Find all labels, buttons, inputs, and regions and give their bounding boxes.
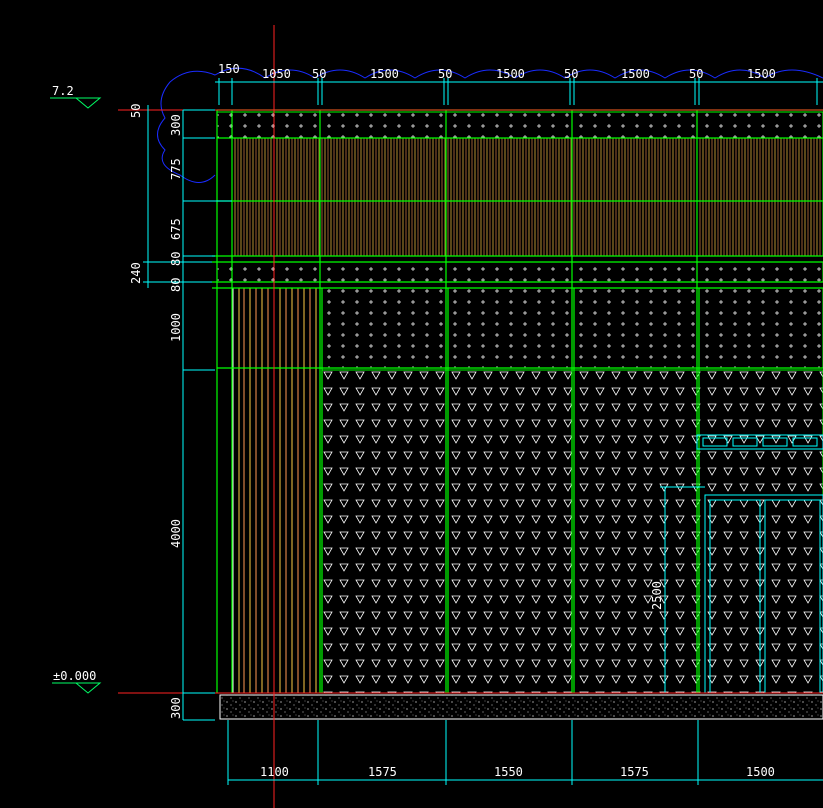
level-marker-top: 7.2 (50, 84, 102, 109)
top-dim-7: 1500 (621, 67, 650, 81)
left-dim-8: 4000 (169, 519, 183, 548)
left-dimensions: 50 300 775 675 80 240 80 1000 4000 300 (129, 104, 183, 719)
bottom-dim-1: 1575 (368, 765, 397, 779)
slat-screen-lower (231, 200, 823, 257)
cad-elevation-drawing[interactable]: 7.2 ±0.000 150 1050 50 1500 50 1500 50 1… (0, 0, 823, 808)
bottom-dim-3: 1575 (620, 765, 649, 779)
left-dim-6: 80 (169, 278, 183, 292)
left-dim-4: 80 (169, 252, 183, 266)
left-dim-1: 300 (169, 114, 183, 136)
slat-screen-upper (231, 137, 823, 202)
top-dim-5: 1500 (496, 67, 525, 81)
level-marker-ground: ±0.000 (52, 669, 102, 694)
beam-band (216, 261, 823, 283)
door-height-dim: 2500 (650, 581, 664, 610)
top-dim-8: 50 (689, 67, 703, 81)
level-ground-label: ±0.000 (53, 669, 96, 683)
left-dim-2: 775 (169, 158, 183, 180)
plinth-base (219, 694, 823, 720)
parapet-band (216, 111, 823, 139)
left-dim-3: 675 (169, 218, 183, 240)
left-dim-7: 1000 (169, 313, 183, 342)
top-dim-6: 50 (564, 67, 578, 81)
top-dim-3: 1500 (370, 67, 399, 81)
left-dim-5: 240 (129, 262, 143, 284)
bottom-dim-0: 1100 (260, 765, 289, 779)
top-dim-2: 50 (312, 67, 326, 81)
top-dim-9: 1500 (747, 67, 776, 81)
top-dim-0: 150 (218, 62, 240, 76)
left-dim-9: 300 (169, 697, 183, 719)
top-dim-1: 1050 (262, 67, 291, 81)
bottom-dim-2: 1550 (494, 765, 523, 779)
left-dim-0: 50 (129, 104, 143, 118)
bottom-dim-4: 1500 (746, 765, 775, 779)
level-top-label: 7.2 (52, 84, 74, 98)
top-dim-4: 50 (438, 67, 452, 81)
